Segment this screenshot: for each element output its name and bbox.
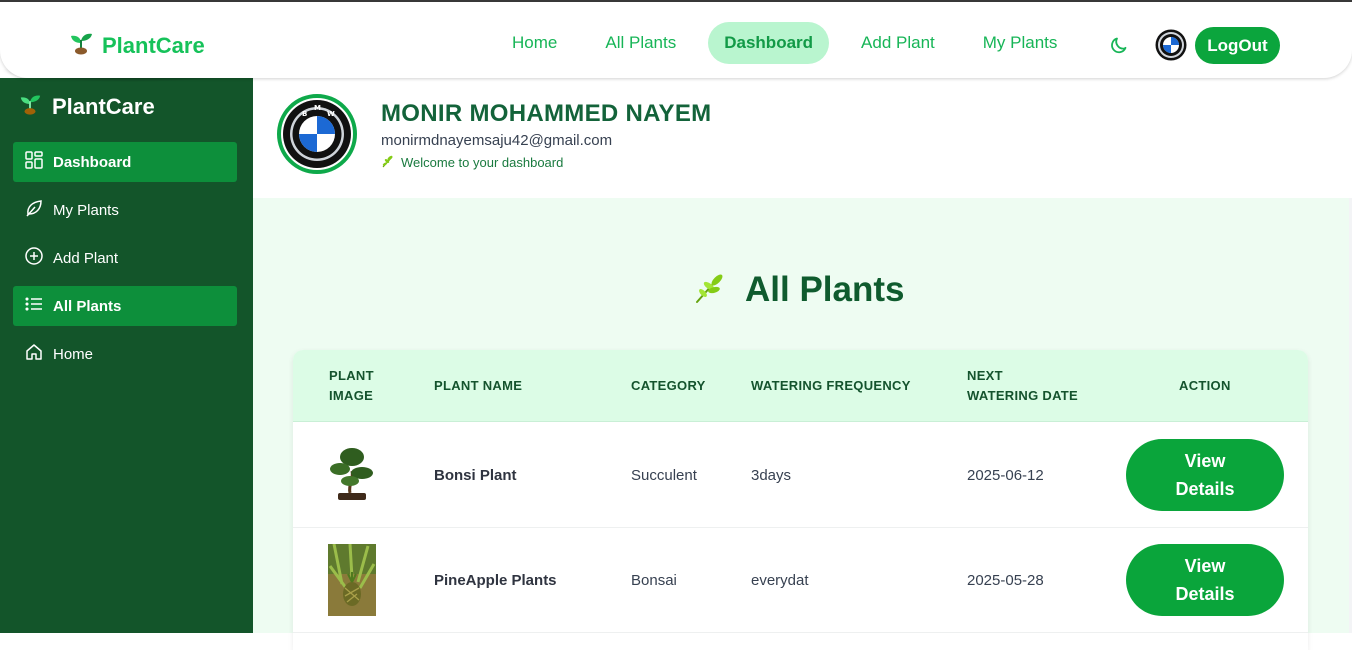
- header-line: WATERING DATE: [967, 388, 1079, 403]
- table-header: PLANT IMAGE PLANT NAME CATEGORY WATERING…: [293, 350, 1308, 422]
- plant-category: Bonsai: [631, 572, 677, 589]
- brand-name: PlantCare: [102, 32, 205, 58]
- view-details-button[interactable]: View Details: [1126, 439, 1284, 511]
- column-header-category: CATEGORY: [631, 378, 706, 393]
- sidebar-item-my-plants[interactable]: My Plants: [13, 190, 237, 230]
- profile-header: B M W MONIR MOHAMMED NAYEM monirmdnayems…: [253, 78, 1352, 198]
- header-line: PLANT: [329, 368, 374, 383]
- herb-icon: [381, 154, 395, 171]
- sidebar-item-home[interactable]: Home: [13, 334, 237, 374]
- plants-section: All Plants PLANT IMAGE PLANT NAME CATEGO…: [253, 198, 1349, 650]
- profile-email: monirmdnayemsaju42@gmail.com: [381, 132, 613, 149]
- sidebar-item-label: Dashboard: [53, 153, 132, 171]
- sidebar-item-label: Home: [53, 345, 94, 363]
- column-header-next-watering-date: NEXT WATERING DATE: [967, 366, 1078, 406]
- svg-text:M: M: [314, 104, 321, 112]
- next-watering-date: 2025-06-12: [967, 467, 1044, 484]
- sidebar-brand-name: PlantCare: [52, 93, 155, 119]
- svg-text:W: W: [327, 110, 335, 118]
- sidebar-item-all-plants[interactable]: All Plants: [13, 286, 237, 326]
- column-header-plant-name: PLANT NAME: [434, 378, 523, 393]
- welcome-message: Welcome to your dashboard: [381, 154, 563, 171]
- sidebar-item-add-plant[interactable]: Add Plant: [13, 238, 237, 278]
- nav-link-dashboard[interactable]: Dashboard: [708, 22, 830, 64]
- navbar-brand[interactable]: PlantCare: [68, 30, 205, 61]
- list-icon: [25, 295, 43, 317]
- watering-frequency: everydat: [751, 572, 809, 589]
- next-watering-date: 2025-05-28: [967, 572, 1044, 589]
- table-row: PineApple Plants Bonsai everydat 2025-05…: [293, 528, 1308, 633]
- user-avatar[interactable]: [1155, 29, 1187, 66]
- svg-text:B: B: [302, 110, 307, 118]
- sprout-icon: [68, 30, 94, 61]
- plant-name: Bonsi Plant: [434, 467, 517, 484]
- plus-circle-icon: [25, 247, 43, 269]
- sidebar-item-dashboard[interactable]: Dashboard: [13, 142, 237, 182]
- grid-icon: [25, 151, 43, 173]
- sidebar: PlantCare Dashboard My Plants Add Plant: [0, 78, 253, 633]
- profile-name: MONIR MOHAMMED NAYEM: [381, 100, 712, 127]
- table-row: Bonsi Plant Succulent 3days 2025-06-12 V…: [293, 423, 1308, 528]
- nav-link-add-plant[interactable]: Add Plant: [845, 22, 951, 64]
- nav-link-all-plants[interactable]: All Plants: [589, 22, 692, 64]
- plant-name: PineApple Plants: [434, 572, 557, 589]
- sidebar-item-label: All Plants: [53, 297, 122, 315]
- herb-icon: [693, 271, 727, 310]
- sidebar-item-label: Add Plant: [53, 249, 119, 267]
- logout-button[interactable]: LogOut: [1195, 27, 1280, 64]
- page-heading: All Plants: [693, 270, 904, 310]
- nav-link-my-plants[interactable]: My Plants: [967, 22, 1074, 64]
- column-header-action: ACTION: [1179, 378, 1231, 393]
- leaf-icon: [25, 199, 43, 221]
- plant-image: [328, 543, 376, 616]
- profile-avatar: B M W: [277, 94, 357, 174]
- home-icon: [25, 343, 43, 365]
- nav-links: Home All Plants Dashboard Add Plant My P…: [496, 22, 1073, 64]
- header-line: IMAGE: [329, 388, 374, 403]
- nav-link-home[interactable]: Home: [496, 22, 573, 64]
- watering-frequency: 3days: [751, 467, 792, 484]
- page-title: All Plants: [745, 270, 905, 309]
- column-header-watering-frequency: WATERING FREQUENCY: [751, 378, 911, 393]
- moon-icon[interactable]: [1110, 35, 1130, 60]
- sidebar-item-label: My Plants: [53, 201, 119, 219]
- sidebar-brand[interactable]: PlantCare: [18, 92, 155, 121]
- main-content: B M W MONIR MOHAMMED NAYEM monirmdnayems…: [253, 78, 1352, 650]
- view-details-button[interactable]: View Details: [1126, 544, 1284, 616]
- sprout-icon: [18, 92, 42, 121]
- top-navbar: PlantCare Home All Plants Dashboard Add …: [0, 2, 1352, 78]
- welcome-text: Welcome to your dashboard: [401, 155, 564, 170]
- plant-image: [328, 443, 376, 515]
- plants-table: PLANT IMAGE PLANT NAME CATEGORY WATERING…: [293, 350, 1308, 650]
- column-header-plant-image: PLANT IMAGE: [329, 366, 374, 406]
- header-line: NEXT: [967, 368, 1003, 383]
- plant-category: Succulent: [631, 467, 697, 484]
